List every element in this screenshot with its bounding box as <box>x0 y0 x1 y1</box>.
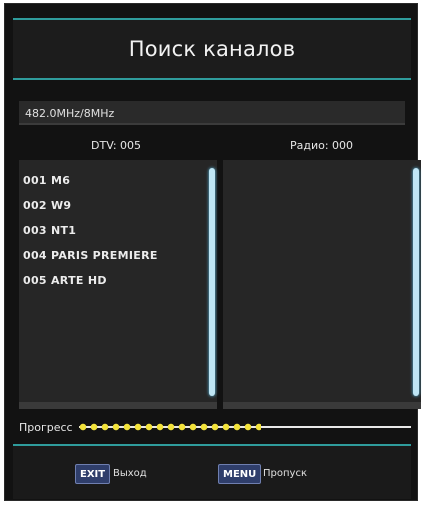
tv-channel-panel[interactable]: 001 M6 002 W9 003 NT1 004 PARIS PREMIERE… <box>19 160 217 402</box>
frequency-bar: 482.0MHz/8MHz <box>19 101 405 125</box>
radio-panel-footer <box>223 402 421 409</box>
exit-hint-label: Выход <box>113 468 147 479</box>
title-bar: Поиск каналов <box>13 18 411 80</box>
channel-search-screen: Поиск каналов 482.0MHz/8MHz DTV: 005 Рад… <box>4 3 421 501</box>
menu-button[interactable]: MENU <box>218 464 262 484</box>
radio-count: Радио: 000 <box>290 139 354 152</box>
dtv-count: DTV: 005 <box>91 139 142 152</box>
page-title: Поиск каналов <box>128 37 296 61</box>
frequency-divider <box>19 123 405 125</box>
radio-list-scrollbar[interactable] <box>413 168 419 396</box>
list-item[interactable]: 002 W9 <box>23 193 217 218</box>
progress-fill <box>78 423 262 431</box>
list-item[interactable]: 001 M6 <box>23 168 217 193</box>
key-hint-bar: EXIT Выход MENU Пропуск <box>13 444 411 499</box>
list-item[interactable]: 004 PARIS PREMIERE <box>23 243 217 268</box>
list-item[interactable]: 003 NT1 <box>23 218 217 243</box>
frequency-text: 482.0MHz/8MHz <box>25 106 115 120</box>
tv-list-scrollbar[interactable] <box>209 168 215 396</box>
skip-hint-label: Пропуск <box>263 468 307 479</box>
tv-panel-footer <box>19 402 217 409</box>
list-item[interactable]: 005 ARTE HD <box>23 268 217 293</box>
progress-row: Прогресс <box>19 414 411 440</box>
exit-button[interactable]: EXIT <box>75 464 111 484</box>
progress-label: Прогресс <box>19 420 73 434</box>
radio-channel-panel[interactable] <box>223 160 421 402</box>
tv-channel-list: 001 M6 002 W9 003 NT1 004 PARIS PREMIERE… <box>19 160 217 293</box>
progress-bar <box>78 422 411 432</box>
